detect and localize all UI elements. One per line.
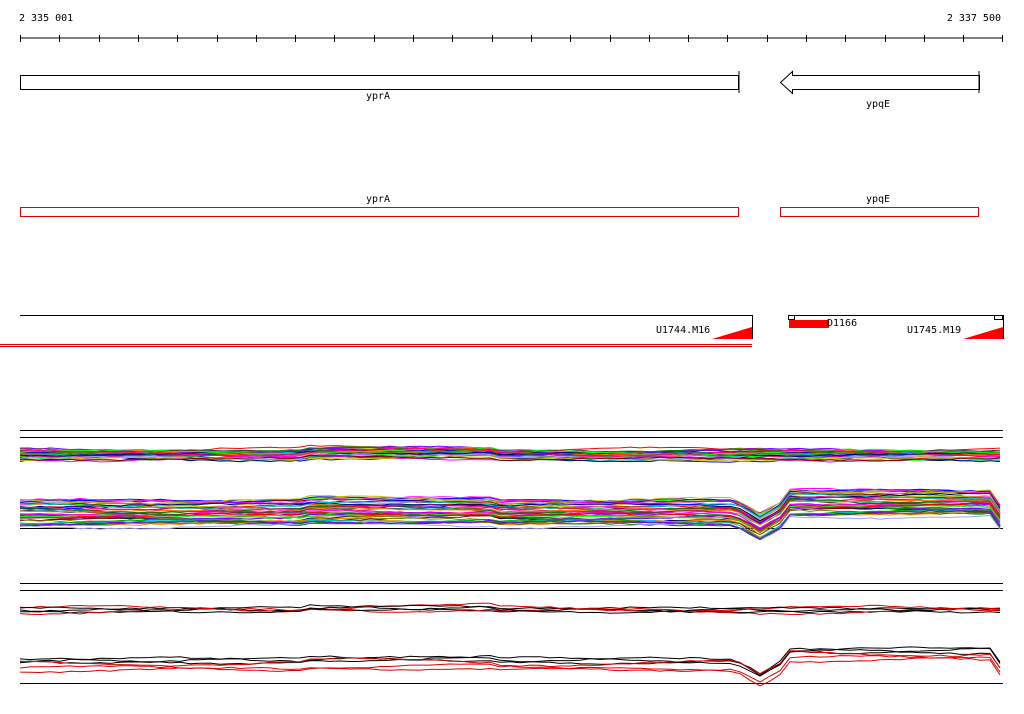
expression-profiles-d xyxy=(19,646,1001,687)
segment-label-d1166: D1166 xyxy=(827,318,858,329)
ruler-start-label: 2 335 001 xyxy=(19,13,74,24)
segment-label-u1744: U1744.M16 xyxy=(656,325,711,336)
expression-profiles-a xyxy=(19,444,1001,463)
segment-bar-d1166[interactable] xyxy=(789,320,829,328)
segment-wedge-u1745[interactable] xyxy=(963,327,1003,339)
transcript-track xyxy=(20,207,979,217)
transcript-label-ypra: yprA xyxy=(365,194,391,205)
segment-wedge-u1744[interactable] xyxy=(712,327,752,339)
ruler-end-label: 2 337 500 xyxy=(946,13,1001,24)
gene-annotation-track xyxy=(20,70,980,95)
gene-arrow-ypra[interactable] xyxy=(20,75,739,90)
gene-label-ypqe: ypqE xyxy=(865,99,891,110)
segment-label-u1745: U1745.M19 xyxy=(907,325,962,336)
transcript-box-ypra[interactable] xyxy=(20,207,739,217)
transcript-box-ypqe[interactable] xyxy=(780,207,979,217)
expression-profiles-b xyxy=(19,487,1001,541)
coordinate-ruler xyxy=(20,35,1003,42)
gene-arrow-ypqe[interactable] xyxy=(779,70,980,95)
expression-panel-upper xyxy=(19,430,1003,541)
expression-panel-lower xyxy=(19,583,1003,687)
gene-label-ypra: yprA xyxy=(365,91,391,102)
expression-profiles-c xyxy=(19,602,1001,616)
transcript-label-ypqe: ypqE xyxy=(865,194,891,205)
